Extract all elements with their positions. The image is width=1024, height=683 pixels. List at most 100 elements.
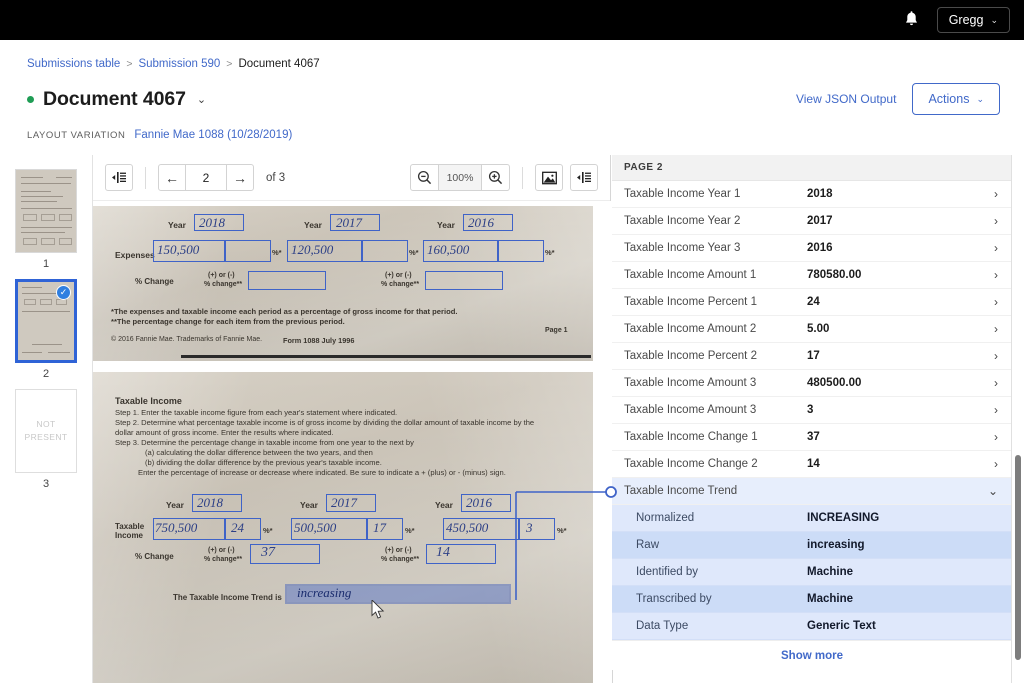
breadcrumb: Submissions table > Submission 590 > Doc… [27, 58, 1000, 70]
thumbnail-page-2[interactable]: ✓ [15, 279, 77, 363]
actions-button-label: Actions [928, 92, 970, 106]
doc-amount: 120,500 [291, 242, 334, 257]
field-value: 5.00 [807, 323, 830, 335]
doc-percent-mark: %* [409, 248, 419, 257]
title-left-group: Document 4067 ⌄ [27, 88, 206, 111]
field-row-expanded-group[interactable]: Taxable Income Trend ⌄ [612, 478, 1012, 505]
field-value: 37 [807, 431, 820, 443]
doc-copyright: © 2016 Fannie Mae. Trademarks of Fannie … [111, 336, 263, 343]
field-row[interactable]: Taxable Income Change 1 37 › [612, 424, 1012, 451]
field-row[interactable]: Taxable Income Amount 1 780580.00 › [612, 262, 1012, 289]
field-detail-label: Transcribed by [636, 593, 712, 605]
layout-variation-link[interactable]: Fannie Mae 1088 (10/28/2019) [134, 129, 292, 141]
zoom-level-label[interactable]: 100% [439, 164, 481, 191]
field-label: Taxable Income Percent 2 [624, 350, 757, 362]
title-chevron-down-icon[interactable]: ⌄ [197, 93, 206, 106]
field-value: 14 [807, 458, 820, 470]
breadcrumb-item-submission[interactable]: Submission 590 [138, 58, 220, 70]
field-label: Taxable Income Amount 2 [624, 323, 757, 335]
field-row[interactable]: Taxable Income Percent 2 17 › [612, 343, 1012, 370]
doc-percent-mark: %* [263, 526, 273, 535]
page-header: Submissions table > Submission 590 > Doc… [0, 40, 1024, 155]
field-row[interactable]: Taxable Income Amount 3 480500.00 › [612, 370, 1012, 397]
main-body: 1 ✓ 2 NOT PRESENT 3 ← 2 → of 3 100% Year… [0, 155, 1024, 683]
doc-amount: 450,500 [446, 520, 489, 535]
doc-step: Step 3. Determine the percentage change … [115, 438, 414, 447]
chevron-right-icon: › [994, 295, 998, 309]
image-icon[interactable] [535, 164, 563, 191]
thumbnail-selected-check-icon: ✓ [56, 285, 71, 300]
thumbnail-number: 1 [42, 258, 50, 270]
zoom-controls: 100% [410, 164, 510, 191]
doc-amount: 750,500 [155, 520, 198, 535]
field-detail-value: Machine [807, 566, 854, 578]
page-number-input[interactable]: 2 [186, 164, 226, 191]
thumbnail-page-3-not-present[interactable]: NOT PRESENT [15, 389, 77, 473]
doc-year-label: Year [304, 220, 322, 230]
field-row[interactable]: Taxable Income Percent 1 24 › [612, 289, 1012, 316]
layout-variation-row: LAYOUT VARIATION Fannie Mae 1088 (10/28/… [27, 129, 1000, 141]
field-value: 780580.00 [807, 269, 862, 281]
doc-form-id: Form 1088 July 1996 [283, 336, 355, 345]
zoom-out-icon[interactable] [410, 164, 439, 191]
doc-amount: 160,500 [427, 242, 470, 257]
doc-step: Step 2. Determine what percentage taxabl… [115, 418, 535, 427]
thumbnail-item[interactable]: ✓ 2 [15, 279, 77, 380]
document-canvas[interactable]: Year 2018 Year 2017 Year 2016 Expenses 1… [93, 201, 611, 683]
field-value: 2016 [807, 242, 833, 254]
layout-variation-label: LAYOUT VARIATION [27, 129, 126, 141]
field-row[interactable]: Taxable Income Change 2 14 › [612, 451, 1012, 478]
zoom-in-icon[interactable] [481, 164, 510, 191]
field-row[interactable]: Taxable Income Year 1 2018 › [612, 181, 1012, 208]
doc-change-value: 14 [436, 545, 450, 560]
thumbnail-rail: 1 ✓ 2 NOT PRESENT 3 [0, 155, 93, 683]
doc-year-value: 2016 [468, 215, 494, 230]
field-row[interactable]: Taxable Income Amount 2 5.00 › [612, 316, 1012, 343]
chevron-right-icon: › [994, 403, 998, 417]
doc-percent-mark: %* [557, 526, 567, 535]
doc-year-value: 2017 [331, 495, 357, 510]
field-value: 3 [807, 404, 814, 416]
breadcrumb-item-submissions-table[interactable]: Submissions table [27, 58, 120, 70]
doc-year-label: Year [437, 220, 455, 230]
thumbnail-page-1[interactable] [15, 169, 77, 253]
toolbar-divider [522, 166, 523, 189]
chevron-right-icon: › [994, 241, 998, 255]
actions-button[interactable]: Actions ⌄ [912, 83, 1000, 115]
thumbnail-item[interactable]: NOT PRESENT 3 [15, 389, 77, 490]
panel-scrollbar-thumb[interactable] [1015, 455, 1021, 660]
field-row[interactable]: Taxable Income Amount 3 3 › [612, 397, 1012, 424]
show-more-button[interactable]: Show more [612, 640, 1012, 670]
doc-page-mark: Page 1 [545, 327, 568, 334]
doc-step: (a) calculating the dollar difference be… [145, 448, 373, 457]
thumbnail-item[interactable]: 1 [15, 169, 77, 270]
field-detail-label: Data Type [636, 620, 689, 632]
doc-year-label: Year [435, 500, 453, 510]
field-label: Taxable Income Percent 1 [624, 296, 757, 308]
breadcrumb-separator: > [126, 58, 133, 70]
document-page-fragment-top: Year 2018 Year 2017 Year 2016 Expenses 1… [93, 206, 593, 361]
user-menu-button[interactable]: Gregg ⌄ [936, 7, 1010, 33]
field-value: 17 [807, 350, 820, 362]
bell-icon[interactable] [901, 9, 923, 31]
field-detail-value: Machine [807, 593, 854, 605]
doc-year-value: 2018 [199, 215, 225, 230]
field-value: 2018 [807, 188, 833, 200]
doc-year-label: Year [300, 500, 318, 510]
chevron-right-icon: › [994, 214, 998, 228]
doc-trend-value: increasing [297, 585, 352, 600]
panel-toggle-icon-left[interactable] [105, 164, 133, 191]
doc-year-label: Year [166, 500, 184, 510]
field-row[interactable]: Taxable Income Year 2 2017 › [612, 208, 1012, 235]
field-row[interactable]: Taxable Income Year 3 2016 › [612, 235, 1012, 262]
toolbar-right-group [535, 164, 598, 191]
top-navigation-bar: Gregg ⌄ [0, 0, 1024, 40]
next-page-button[interactable]: → [226, 164, 254, 191]
field-label: Taxable Income Year 1 [624, 188, 741, 200]
panel-toggle-icon-right[interactable] [570, 164, 598, 191]
page-navigation: ← 2 → [158, 164, 254, 191]
page-title: Document 4067 [43, 87, 186, 110]
previous-page-button[interactable]: ← [158, 164, 186, 191]
view-json-output-link[interactable]: View JSON Output [796, 92, 897, 106]
field-detail-label: Normalized [636, 512, 695, 524]
